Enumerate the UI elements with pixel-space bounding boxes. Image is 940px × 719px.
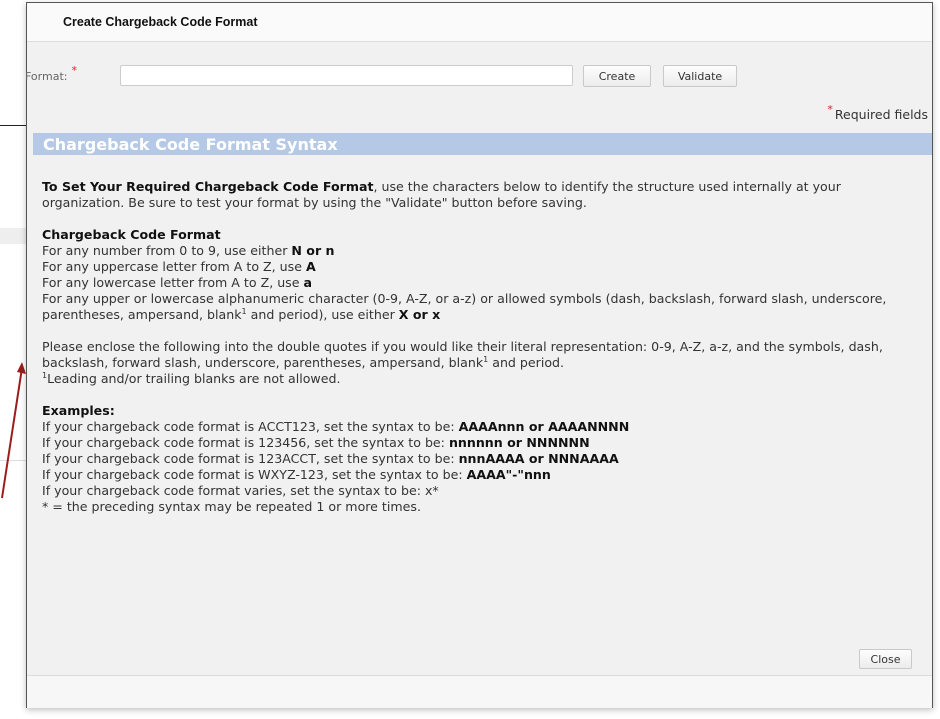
format-input[interactable]	[120, 65, 573, 86]
rule-alphanumeric: For any upper or lowercase alphanumeric …	[42, 291, 887, 322]
example-line: If your chargeback code format is 123456…	[42, 435, 590, 450]
required-fields-text: Required fields	[834, 107, 928, 122]
literal-paragraph: Please enclose the following into the do…	[42, 339, 883, 370]
format-row: Format: * Create Validate	[25, 63, 737, 89]
footnote: 1Leading and/or trailing blanks are not …	[42, 370, 341, 386]
rule-number: For any number from 0 to 9, use either N…	[42, 243, 335, 258]
example-line: If your chargeback code format is ACCT12…	[42, 419, 630, 434]
syntax-content: To Set Your Required Chargeback Code For…	[42, 179, 927, 515]
syntax-section-header: Chargeback Code Format Syntax	[33, 133, 932, 155]
required-star-icon: *	[71, 63, 77, 77]
chargeback-format-dialog: Create Chargeback Code Format Format: * C…	[25, 2, 933, 708]
close-button[interactable]: Close	[859, 649, 912, 669]
intro-bold: To Set Your Required Chargeback Code For…	[42, 179, 374, 194]
example-line: If your chargeback code format is WXYZ-1…	[42, 467, 551, 482]
repeat-note: * = the preceding syntax may be repeated…	[42, 499, 421, 514]
example-line: If your chargeback code format varies, s…	[42, 483, 439, 498]
format-label: Format: *	[25, 64, 115, 83]
example-line: If your chargeback code format is 123ACC…	[42, 451, 619, 466]
examples-heading: Examples:	[42, 403, 115, 418]
required-fields-note: * Required fields	[823, 103, 928, 122]
required-star-icon: *	[827, 103, 833, 116]
format-label-text: Format:	[25, 69, 68, 83]
intro-paragraph: To Set Your Required Chargeback Code For…	[42, 179, 927, 211]
dialog-footer	[27, 675, 932, 708]
validate-button[interactable]: Validate	[663, 65, 737, 87]
rule-uppercase: For any uppercase letter from A to Z, us…	[42, 259, 316, 274]
format-heading: Chargeback Code Format	[42, 227, 221, 242]
dialog-title: Create Chargeback Code Format	[27, 3, 932, 42]
create-button[interactable]: Create	[583, 65, 651, 87]
rule-lowercase: For any lowercase letter from A to Z, us…	[42, 275, 312, 290]
